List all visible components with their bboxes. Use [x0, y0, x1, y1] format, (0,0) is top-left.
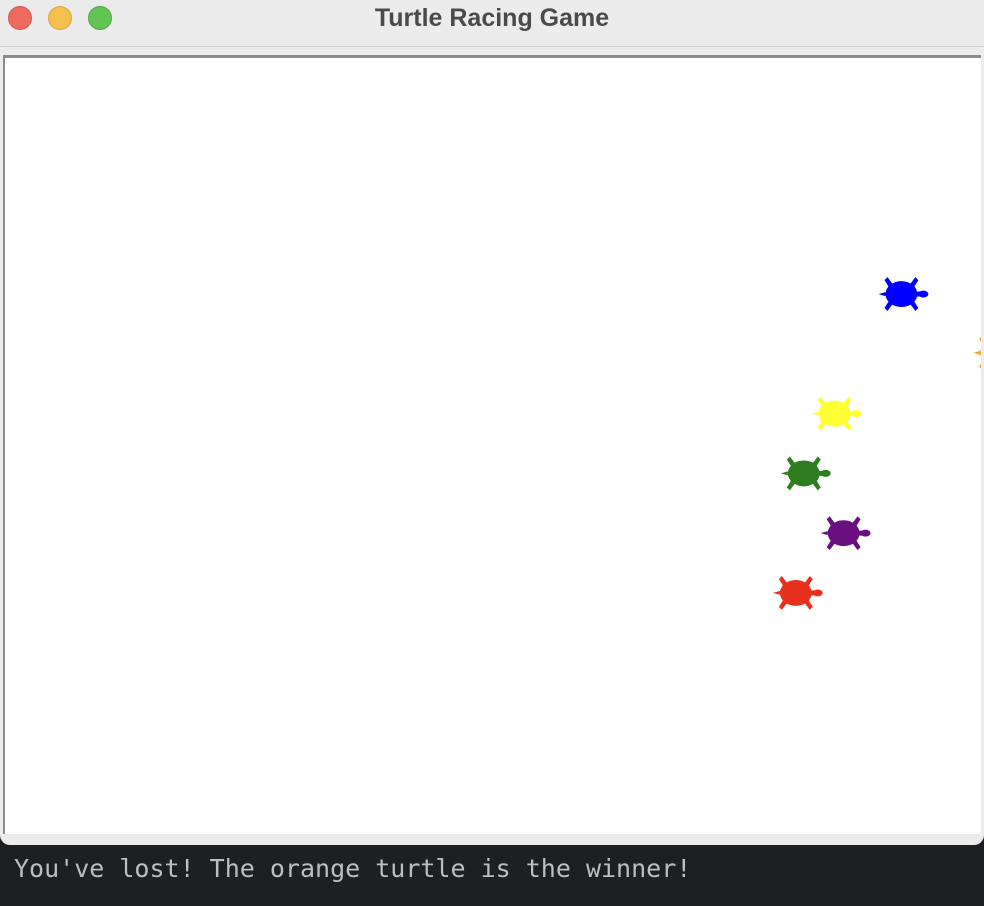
- turtle-shape-blue: [878, 277, 929, 312]
- green-turtle-icon: [780, 456, 831, 491]
- window-title: Turtle Racing Game: [374, 4, 610, 32]
- turtle-shape-purple: [820, 516, 871, 551]
- orange-turtle-icon: [973, 335, 981, 370]
- blue-turtle-icon: [878, 277, 929, 312]
- turtle-shape-orange: [973, 335, 981, 370]
- race-track: [772, 277, 981, 610]
- red-turtle-icon: [772, 575, 823, 610]
- turtle-shape-red: [772, 575, 823, 610]
- turtle-shape-green: [780, 456, 831, 491]
- race-canvas: [3, 55, 981, 834]
- app-window: Turtle Racing Game: [0, 0, 984, 845]
- purple-turtle-icon: [820, 516, 871, 551]
- title-bar[interactable]: Turtle Racing Game: [0, 0, 984, 47]
- yellow-turtle-icon: [811, 396, 862, 431]
- turtle-shape-yellow: [811, 396, 862, 431]
- console-output: You've lost! The orange turtle is the wi…: [14, 854, 692, 883]
- console-panel: You've lost! The orange turtle is the wi…: [0, 845, 984, 906]
